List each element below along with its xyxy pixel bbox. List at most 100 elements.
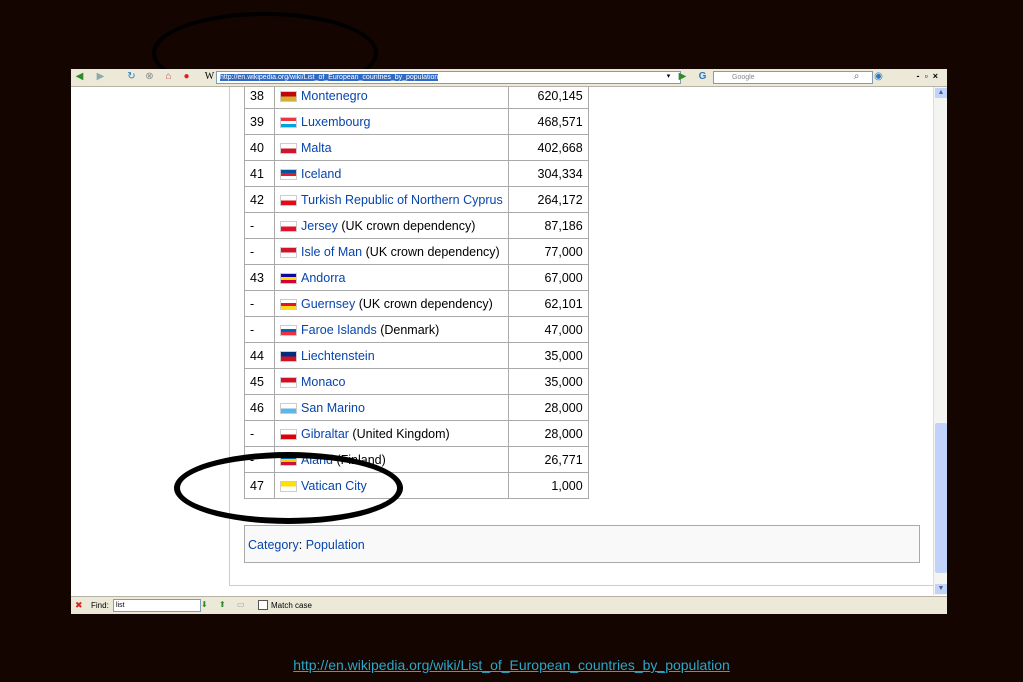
match-case-label: Match case xyxy=(271,601,312,610)
population-cell: 28,000 xyxy=(507,420,589,447)
annotation-oval-bottom xyxy=(174,452,403,524)
country-link[interactable]: Iceland xyxy=(301,167,341,181)
rank-cell: 43 xyxy=(244,264,275,291)
adblock-icon[interactable]: ● xyxy=(181,71,192,82)
find-input[interactable]: list xyxy=(113,599,201,612)
country-cell: Turkish Republic of Northern Cyprus xyxy=(274,186,509,213)
country-link[interactable]: Malta xyxy=(301,141,332,155)
table-row: 43 Andorra 67,000 xyxy=(244,264,589,291)
window-controls[interactable]: -▫× xyxy=(917,71,943,81)
table-row: 46 San Marino 28,000 xyxy=(244,394,589,421)
country-cell: Isle of Man (UK crown dependency) xyxy=(274,238,509,265)
country-cell: San Marino xyxy=(274,394,509,421)
close-find-icon[interactable]: ✖ xyxy=(75,600,83,611)
country-link[interactable]: Gibraltar xyxy=(301,427,349,441)
wikipedia-favicon-icon: W xyxy=(204,71,215,82)
population-cell: 28,000 xyxy=(507,394,589,421)
flag-icon xyxy=(280,376,297,388)
country-note: (United Kingdom) xyxy=(352,426,450,441)
table-row: 41 Iceland 304,334 xyxy=(244,160,589,187)
stop-icon[interactable]: ⊗ xyxy=(144,71,155,82)
category-population-link[interactable]: Population xyxy=(306,538,365,552)
back-icon[interactable]: ◀ xyxy=(74,71,85,82)
url-text: http://en.wikipedia.org/wiki/List_of_Eur… xyxy=(220,74,439,81)
google-engine-icon[interactable]: G xyxy=(697,71,708,82)
table-row: 42 Turkish Republic of Northern Cyprus 264… xyxy=(244,186,589,213)
country-cell: Iceland xyxy=(274,160,509,187)
country-link[interactable]: Montenegro xyxy=(301,89,368,103)
rank-cell: 41 xyxy=(244,160,275,187)
flag-icon xyxy=(280,116,297,128)
scrollbar-thumb[interactable] xyxy=(935,423,947,573)
country-cell: Luxembourg xyxy=(274,108,509,135)
search-icon[interactable]: ⌕ xyxy=(851,71,862,82)
country-link[interactable]: Faroe Islands xyxy=(301,323,377,337)
country-link[interactable]: Isle of Man xyxy=(301,245,362,259)
country-note: (UK crown dependency) xyxy=(341,218,476,233)
caption-link[interactable]: http://en.wikipedia.org/wiki/List_of_Eur… xyxy=(0,657,1023,673)
table-row: 38 Montenegro 620,145 xyxy=(244,87,589,109)
home-icon[interactable]: ⌂ xyxy=(163,71,174,82)
population-cell: 402,668 xyxy=(507,134,589,161)
population-cell: 264,172 xyxy=(507,186,589,213)
country-link[interactable]: Andorra xyxy=(301,271,345,285)
match-case-checkbox[interactable] xyxy=(258,600,268,610)
rank-cell: - xyxy=(244,420,275,447)
country-link[interactable]: Liechtenstein xyxy=(301,349,375,363)
flag-icon xyxy=(280,298,297,310)
url-dropdown-icon[interactable]: ▾ xyxy=(663,71,674,82)
country-link[interactable]: Guernsey xyxy=(301,297,355,311)
country-link[interactable]: Turkish Republic of Northern Cyprus xyxy=(301,193,503,207)
table-row: - Jersey (UK crown dependency) 87,186 xyxy=(244,212,589,239)
flag-icon xyxy=(280,272,297,284)
search-input[interactable]: Google xyxy=(713,71,873,84)
rank-cell: 39 xyxy=(244,108,275,135)
country-link[interactable]: Jersey xyxy=(301,219,338,233)
flag-icon xyxy=(280,168,297,180)
population-table: 38 Montenegro 620,145 39 Luxembourg 468,571 40… xyxy=(244,87,589,499)
table-row: - Gibraltar (United Kingdom) 28,000 xyxy=(244,420,589,447)
scroll-down-icon[interactable]: ▼ xyxy=(935,584,947,594)
highlight-all-icon[interactable]: ▭ xyxy=(237,600,245,609)
rank-cell: - xyxy=(244,290,275,317)
population-cell: 620,145 xyxy=(507,87,589,109)
population-cell: 1,000 xyxy=(507,472,589,499)
flag-icon xyxy=(280,324,297,336)
country-link[interactable]: Monaco xyxy=(301,375,345,389)
flag-icon xyxy=(280,350,297,362)
find-next-icon[interactable]: ⬇ xyxy=(201,600,208,609)
rank-cell: - xyxy=(244,238,275,265)
country-cell: Montenegro xyxy=(274,87,509,109)
category-box: Category: Population xyxy=(244,525,920,563)
country-cell: Monaco xyxy=(274,368,509,395)
forward-icon[interactable]: ▶ xyxy=(95,71,106,82)
flag-icon xyxy=(280,246,297,258)
flag-icon xyxy=(280,142,297,154)
country-link[interactable]: Luxembourg xyxy=(301,115,371,129)
reload-icon[interactable]: ↻ xyxy=(126,71,137,82)
rank-cell: 40 xyxy=(244,134,275,161)
country-cell: Guernsey (UK crown dependency) xyxy=(274,290,509,317)
table-row: - Isle of Man (UK crown dependency) 77,000 xyxy=(244,238,589,265)
rank-cell: - xyxy=(244,212,275,239)
category-link[interactable]: Category xyxy=(248,538,299,552)
url-bar[interactable]: http://en.wikipedia.org/wiki/List_of_Eur… xyxy=(216,71,681,84)
page-content: 38 Montenegro 620,145 39 Luxembourg 468,571 40… xyxy=(71,87,933,595)
country-note: (UK crown dependency) xyxy=(358,296,493,311)
country-link[interactable]: San Marino xyxy=(301,401,365,415)
table-row: 39 Luxembourg 468,571 xyxy=(244,108,589,135)
addon-icon[interactable]: ◉ xyxy=(873,71,884,82)
country-note: (Denmark) xyxy=(380,322,440,337)
go-icon[interactable]: ▶ xyxy=(677,71,688,82)
browser-toolbar: ◀ ▶ ↻ ⊗ ⌂ ● W http://en.wikipedia.org/wi… xyxy=(71,69,947,87)
flag-icon xyxy=(280,90,297,102)
country-cell: Liechtenstein xyxy=(274,342,509,369)
rank-cell: 45 xyxy=(244,368,275,395)
country-cell: Malta xyxy=(274,134,509,161)
country-note: (UK crown dependency) xyxy=(365,244,500,259)
scroll-up-icon[interactable]: ▲ xyxy=(935,88,947,98)
vertical-scrollbar[interactable]: ▲ ▼ xyxy=(933,87,947,595)
country-cell: Andorra xyxy=(274,264,509,291)
flag-icon xyxy=(280,194,297,206)
find-previous-icon[interactable]: ⬆ xyxy=(219,600,226,609)
